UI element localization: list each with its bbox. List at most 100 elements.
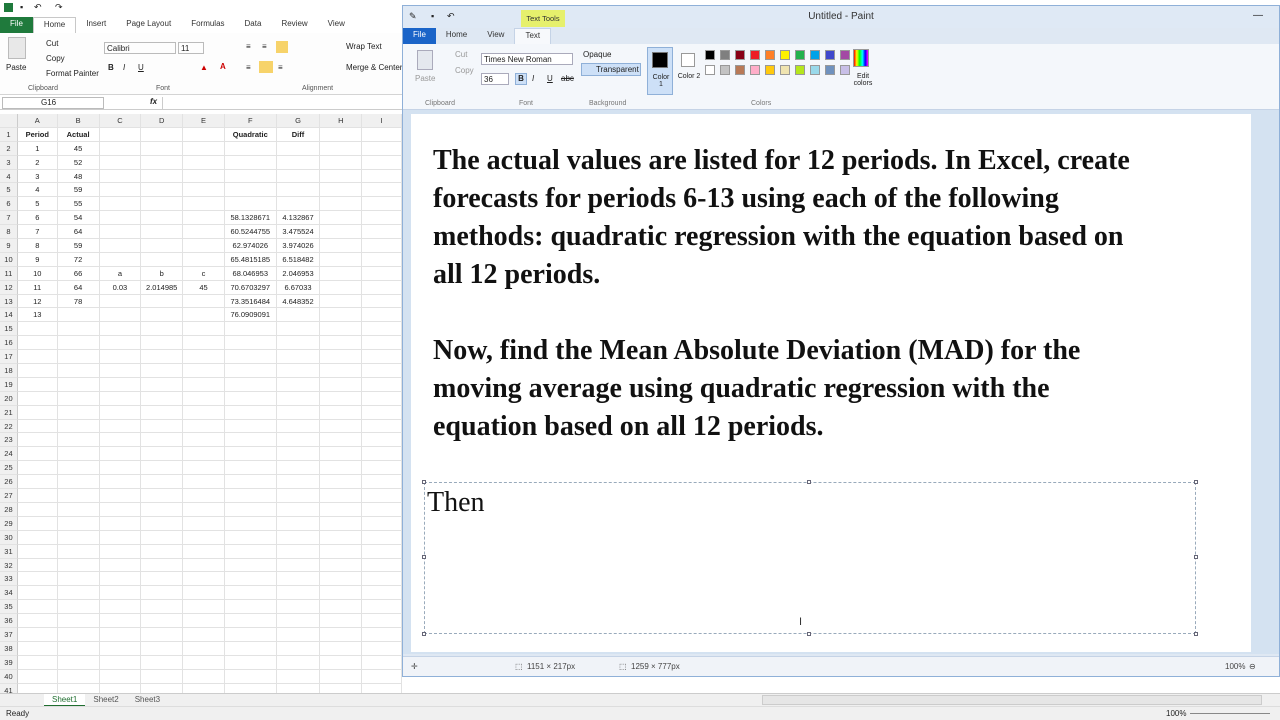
row-header[interactable]: 18 <box>0 364 18 378</box>
grid-cell[interactable] <box>141 239 184 253</box>
grid-cell[interactable] <box>141 586 184 601</box>
grid-cell[interactable] <box>17 655 58 670</box>
row-header[interactable]: 16 <box>0 336 18 351</box>
sheet-tab-1[interactable]: Sheet1 <box>44 694 86 706</box>
paint-strikethrough-button[interactable]: abc <box>561 74 574 83</box>
grid-cell[interactable] <box>224 141 277 156</box>
edit-colors-icon[interactable] <box>853 49 869 67</box>
grid-cell[interactable]: 6.67033 <box>276 280 321 295</box>
grid-cell[interactable] <box>99 530 142 545</box>
paste-icon[interactable] <box>8 37 26 59</box>
grid-cell[interactable]: 70.6703297 <box>224 280 277 295</box>
grid-cell[interactable] <box>362 350 402 365</box>
grid-cell[interactable]: 11 <box>17 280 58 295</box>
paint-font-name-select[interactable]: Times New Roman <box>481 53 573 65</box>
grid-cell[interactable] <box>183 169 225 184</box>
grid-cell[interactable] <box>99 600 142 615</box>
grid-cell[interactable] <box>57 377 100 392</box>
grid-cell[interactable] <box>224 572 277 587</box>
grid-cell[interactable] <box>99 377 142 392</box>
grid-cell[interactable] <box>320 572 363 587</box>
grid-cell[interactable] <box>99 655 142 670</box>
grid-cell[interactable] <box>183 641 225 656</box>
grid-cell[interactable]: a <box>99 266 142 281</box>
grid-cell[interactable] <box>276 530 321 545</box>
grid-cell[interactable] <box>99 586 142 601</box>
grid-cell[interactable]: 3.974026 <box>276 239 321 253</box>
row-header[interactable]: 25 <box>0 461 18 476</box>
minimize-icon[interactable]: — <box>1253 10 1263 21</box>
column-header[interactable]: E <box>183 114 225 128</box>
grid-cell[interactable] <box>320 252 363 267</box>
grid-cell[interactable]: c <box>183 266 225 281</box>
row-header[interactable]: 26 <box>0 475 18 490</box>
palette-swatch[interactable] <box>825 50 835 60</box>
grid-cell[interactable] <box>17 461 58 476</box>
grid-cell[interactable] <box>17 572 58 587</box>
grid-cell[interactable]: 73.3516484 <box>224 294 277 309</box>
grid-cell[interactable] <box>276 364 321 378</box>
grid-cell[interactable] <box>362 447 402 462</box>
grid-cell[interactable] <box>57 405 100 420</box>
grid-cell[interactable] <box>224 336 277 351</box>
palette-swatch[interactable] <box>765 65 775 75</box>
grid-cell[interactable] <box>99 211 142 226</box>
paint-copy-button[interactable]: Copy <box>455 66 474 75</box>
palette-swatch[interactable] <box>810 50 820 60</box>
grid-cell[interactable] <box>183 294 225 309</box>
grid-cell[interactable] <box>183 336 225 351</box>
tab-insert[interactable]: Insert <box>76 17 116 33</box>
row-header[interactable]: 14 <box>0 308 18 323</box>
row-header[interactable]: 30 <box>0 530 18 545</box>
grid-cell[interactable] <box>183 586 225 601</box>
text-box[interactable]: Then <box>422 480 1198 636</box>
grid-cell[interactable] <box>320 294 363 309</box>
grid-cell[interactable] <box>17 377 58 392</box>
grid-cell[interactable] <box>276 183 321 198</box>
tab-file[interactable]: File <box>0 17 33 33</box>
grid-cell[interactable] <box>57 600 100 615</box>
grid-cell[interactable] <box>362 155 402 170</box>
grid-cell[interactable] <box>183 544 225 559</box>
grid-cell[interactable]: 4 <box>17 183 58 198</box>
sheet-tab-2[interactable]: Sheet2 <box>85 694 126 706</box>
grid-cell[interactable] <box>362 572 402 587</box>
grid-cell[interactable] <box>362 655 402 670</box>
paint-tab-view[interactable]: View <box>477 28 514 44</box>
resize-handle-tl[interactable] <box>422 480 426 484</box>
grid-cell[interactable] <box>320 364 363 378</box>
grid-cell[interactable]: 4.132867 <box>276 211 321 226</box>
grid-cell[interactable] <box>141 461 184 476</box>
grid-cell[interactable] <box>57 447 100 462</box>
grid-cell[interactable]: 62.974026 <box>224 239 277 253</box>
grid-cell[interactable] <box>99 641 142 656</box>
grid-cell[interactable] <box>57 516 100 531</box>
grid-cell[interactable] <box>17 614 58 628</box>
grid-cell[interactable] <box>17 586 58 601</box>
grid-cell[interactable] <box>320 141 363 156</box>
grid-cell[interactable] <box>224 544 277 559</box>
grid-cell[interactable] <box>276 419 321 434</box>
grid-cell[interactable] <box>17 489 58 503</box>
grid-cell[interactable] <box>276 336 321 351</box>
paint-paste-icon[interactable] <box>417 50 433 70</box>
grid-cell[interactable] <box>99 502 142 517</box>
grid-cell[interactable] <box>141 364 184 378</box>
grid-cell[interactable] <box>141 308 184 323</box>
tab-home[interactable]: Home <box>32 17 77 33</box>
grid-cell[interactable] <box>57 461 100 476</box>
grid-cell[interactable] <box>17 544 58 559</box>
grid-cell[interactable] <box>320 419 363 434</box>
grid-cell[interactable] <box>276 197 321 212</box>
grid-cell[interactable] <box>276 489 321 503</box>
resize-handle-br[interactable] <box>1194 632 1198 636</box>
grid-cell[interactable]: 2 <box>17 155 58 170</box>
grid-cell[interactable] <box>183 516 225 531</box>
grid-cell[interactable] <box>224 183 277 198</box>
grid-cell[interactable] <box>17 641 58 656</box>
grid-cell[interactable] <box>320 239 363 253</box>
grid-cell[interactable] <box>99 239 142 253</box>
grid-cell[interactable] <box>362 169 402 184</box>
cut-button[interactable]: Cut <box>46 39 58 48</box>
grid-cell[interactable] <box>224 627 277 642</box>
